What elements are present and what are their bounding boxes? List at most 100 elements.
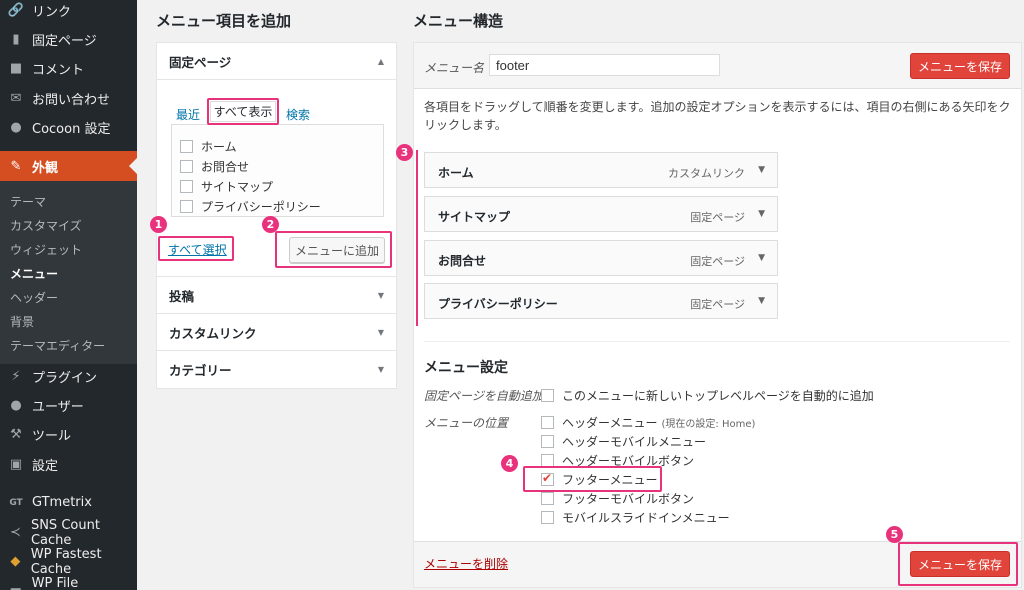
caret-up-icon: ▲: [377, 56, 384, 66]
menu-name-input[interactable]: footer: [489, 54, 720, 76]
menu-instructions: 各項目をドラッグして順番を変更します。追加の設定オプションを表示するには、項目の…: [424, 100, 1011, 132]
page-option-label: お問合せ: [201, 160, 250, 174]
wrench-icon: ⚒: [10, 427, 22, 442]
folder-icon: ▬: [8, 583, 24, 590]
location-header-mobile-menu[interactable]: ヘッダーモバイルメニュー: [541, 433, 706, 450]
highlight-footer-menu: [523, 466, 662, 492]
sidebar-item-wp-file-manager[interactable]: ▬ WP File Manager: [0, 576, 137, 590]
save-menu-button-top[interactable]: メニューを保存: [910, 53, 1010, 79]
checkbox[interactable]: [541, 416, 554, 429]
menu-item-sitemap[interactable]: サイトマップ 固定ページ ▼: [424, 196, 778, 232]
cheetah-icon: ◆: [10, 554, 21, 569]
sidebar-item-label: Cocoon 設定: [32, 122, 111, 137]
location-label: ヘッダーモバイルメニュー: [562, 435, 707, 449]
page-option-contact[interactable]: お問合せ: [180, 158, 249, 175]
appearance-submenu: テーマ カスタマイズ ウィジェット メニュー ヘッダー 背景 テーマエディター: [0, 181, 137, 364]
menu-item-title: サイトマップ: [438, 210, 511, 224]
highlight-view-all: [207, 98, 279, 125]
sidebar-item-cocoon[interactable]: ● Cocoon 設定: [0, 113, 137, 142]
plugin-icon: ⚡: [11, 369, 21, 384]
menu-item-type: カスタムリンク: [668, 167, 745, 180]
sidebar-item-appearance[interactable]: ✎ 外観: [0, 151, 137, 181]
sidebar-item-tools[interactable]: ⚒ ツール: [0, 420, 137, 449]
posts-section-header[interactable]: 投稿 ▼: [157, 277, 396, 313]
caret-down-icon[interactable]: ▼: [758, 253, 765, 263]
tab-search[interactable]: 検索: [286, 106, 310, 123]
menu-name-label: メニュー名: [424, 61, 485, 75]
sidebar-item-label: WP File Manager: [31, 575, 79, 590]
sidebar-item-plugins[interactable]: ⚡ プラグイン: [0, 362, 137, 391]
page-option-home[interactable]: ホーム: [180, 138, 237, 155]
auto-add-option[interactable]: このメニューに新しいトップレベルページを自動的に追加: [541, 387, 874, 404]
sidebar-item-pages[interactable]: ▮ 固定ページ: [0, 25, 137, 54]
page-option-label: ホーム: [201, 140, 237, 154]
posts-section-title: 投稿: [169, 288, 195, 304]
sidebar-item-sns-count-cache[interactable]: ≺ SNS Count Cache: [0, 518, 137, 548]
caret-down-icon: ▼: [377, 364, 384, 374]
sidebar-item-label: リンク: [32, 5, 72, 20]
sidebar-item-links[interactable]: 🔗 リンク: [0, 0, 137, 25]
location-note: (現在の設定: Home): [661, 419, 756, 430]
location-header-menu[interactable]: ヘッダーメニュー (現在の設定: Home): [541, 414, 755, 431]
checkbox[interactable]: [541, 511, 554, 524]
sidebar-item-label: GTmetrix: [32, 495, 92, 510]
menu-item-title: お問合せ: [438, 254, 487, 268]
checkbox[interactable]: [541, 492, 554, 505]
pages-icon: ▮: [12, 32, 20, 47]
menu-item-privacy[interactable]: プライバシーポリシー 固定ページ ▼: [424, 283, 778, 319]
page-option-privacy[interactable]: プライバシーポリシー: [180, 198, 321, 215]
menu-structure-heading: メニュー構造: [413, 12, 504, 30]
submenu-item-customize[interactable]: カスタマイズ: [10, 217, 82, 234]
sidebar-item-gtmetrix[interactable]: GT GTmetrix: [0, 488, 137, 517]
page-option-label: プライバシーポリシー: [201, 200, 321, 214]
sidebar-item-label: コメント: [32, 63, 85, 78]
page-option-sitemap[interactable]: サイトマップ: [180, 178, 273, 195]
checkbox[interactable]: [180, 140, 193, 153]
sidebar-item-label: 設定: [32, 459, 59, 474]
submenu-item-theme-editor[interactable]: テーマエディター: [10, 337, 105, 354]
checkbox[interactable]: [541, 435, 554, 448]
checkbox[interactable]: [180, 160, 193, 173]
divider: [157, 79, 396, 80]
sidebar-item-settings[interactable]: ▣ 設定: [0, 450, 137, 479]
submenu-item-background[interactable]: 背景: [10, 313, 34, 330]
caret-down-icon: ▼: [377, 327, 384, 337]
menu-location-label: メニューの位置: [424, 416, 509, 430]
submenu-item-widgets[interactable]: ウィジェット: [10, 241, 82, 258]
share-icon: ≺: [10, 525, 21, 540]
menu-item-home[interactable]: ホーム カスタムリンク ▼: [424, 152, 778, 188]
sidebar-item-label: お問い合わせ: [32, 93, 111, 108]
delete-menu-link[interactable]: メニューを削除: [424, 555, 508, 572]
categories-section-header[interactable]: カテゴリー ▼: [157, 351, 396, 387]
location-label: ヘッダーメニュー: [562, 416, 658, 430]
submenu-item-theme[interactable]: テーマ: [10, 193, 46, 210]
submenu-item-menus[interactable]: メニュー: [10, 265, 58, 282]
sidebar-item-wp-fastest-cache[interactable]: ◆ WP Fastest Cache: [0, 547, 137, 577]
menu-item-type: 固定ページ: [690, 255, 745, 268]
sidebar-item-users[interactable]: ● ユーザー: [0, 391, 137, 420]
menu-item-contact[interactable]: お問合せ 固定ページ ▼: [424, 240, 778, 276]
caret-down-icon[interactable]: ▼: [758, 165, 765, 175]
checkbox[interactable]: [180, 200, 193, 213]
pages-section-header[interactable]: 固定ページ ▲: [157, 43, 396, 79]
step-badge-3: 3: [396, 144, 413, 161]
caret-down-icon[interactable]: ▼: [758, 209, 765, 219]
caret-down-icon[interactable]: ▼: [758, 296, 765, 306]
highlight-add-to-menu: [275, 231, 392, 268]
tab-recent[interactable]: 最近: [176, 106, 200, 123]
sidebar-item-contact[interactable]: ✉ お問い合わせ: [0, 84, 137, 113]
location-footer-mobile-button[interactable]: フッターモバイルボタン: [541, 490, 694, 507]
checkbox[interactable]: [541, 389, 554, 402]
comments-icon: ■: [9, 61, 23, 76]
location-label: フッターモバイルボタン: [562, 492, 695, 506]
step-badge-5: 5: [886, 526, 903, 543]
pages-checklist: ホーム お問合せ サイトマップ プライバシーポリシー: [171, 124, 384, 217]
sidebar-item-comments[interactable]: ■ コメント: [0, 54, 137, 83]
add-menu-items-heading: メニュー項目を追加: [156, 12, 292, 30]
location-mobile-slide-in-menu[interactable]: モバイルスライドインメニュー: [541, 509, 730, 526]
auto-add-label: 固定ページを自動追加: [424, 389, 544, 403]
highlight-save-button: [898, 542, 1018, 586]
custom-links-section-header[interactable]: カスタムリンク ▼: [157, 314, 396, 350]
submenu-item-header[interactable]: ヘッダー: [10, 289, 58, 306]
checkbox[interactable]: [180, 180, 193, 193]
